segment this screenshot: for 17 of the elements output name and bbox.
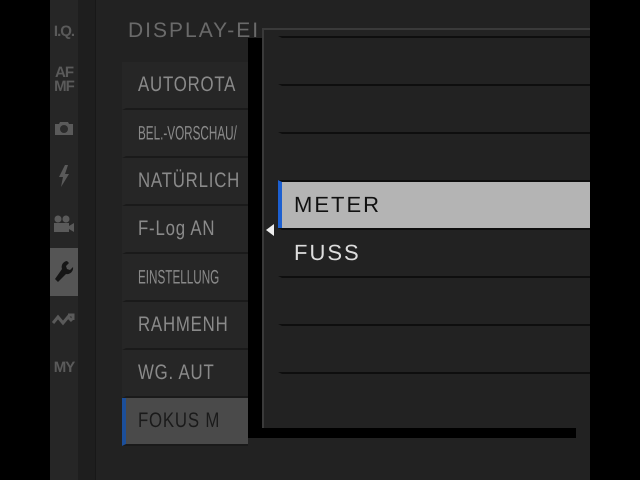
menu-item[interactable]: AUTOROTA — [122, 62, 248, 110]
menu-item[interactable]: F-Log AN — [122, 206, 248, 254]
lightning-icon — [58, 165, 70, 187]
wrench-icon — [54, 260, 74, 284]
menu-item[interactable]: RAHMENH — [122, 302, 248, 350]
option-item[interactable]: FUSS — [278, 228, 590, 276]
menu-tab[interactable] — [50, 248, 78, 296]
camera-icon — [54, 120, 74, 136]
menu-item[interactable]: BEL.-VORSCHAU/ — [122, 110, 248, 158]
menu-item[interactable]: NATÜRLICH — [122, 158, 248, 206]
menu-title: DISPLAY-EI — [128, 19, 260, 43]
left-arrow-icon — [266, 224, 274, 236]
menu-item[interactable]: EINSTELLUNG — [122, 254, 248, 302]
wave-icon — [52, 313, 76, 327]
option-item[interactable]: METER — [278, 180, 590, 228]
movie-camera-icon — [53, 215, 75, 233]
menu-item[interactable]: WG. AUT — [122, 350, 248, 398]
